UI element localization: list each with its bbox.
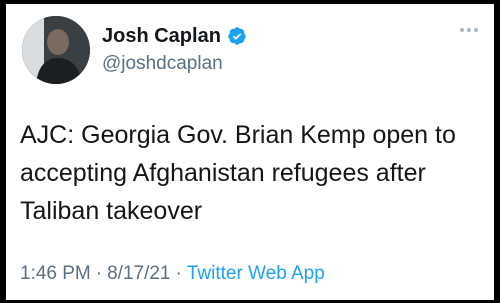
meta-separator: · [95, 263, 103, 284]
avatar-image [22, 16, 90, 84]
avatar[interactable] [22, 16, 90, 84]
tweet-date[interactable]: 8/17/21 [107, 263, 170, 284]
tweet-source-link[interactable]: Twitter Web App [187, 263, 325, 284]
tweet-author: Josh Caplan @joshdcaplan [102, 24, 247, 76]
verified-badge-icon [227, 26, 247, 46]
tweet-time[interactable]: 1:46 PM [20, 263, 91, 284]
display-name[interactable]: Josh Caplan [102, 24, 221, 48]
more-options-icon[interactable] [460, 28, 478, 32]
tweet-text: AJC: Georgia Gov. Brian Kemp open to acc… [20, 121, 456, 225]
tweet-card: Josh Caplan @joshdcaplan AJC: Georgia Go… [6, 4, 494, 300]
name-row: Josh Caplan [102, 24, 247, 48]
meta-separator: · [175, 263, 182, 284]
user-handle[interactable]: @joshdcaplan [102, 52, 247, 76]
tweet-meta: 1:46 PM · 8/17/21 · Twitter Web App [20, 262, 325, 286]
